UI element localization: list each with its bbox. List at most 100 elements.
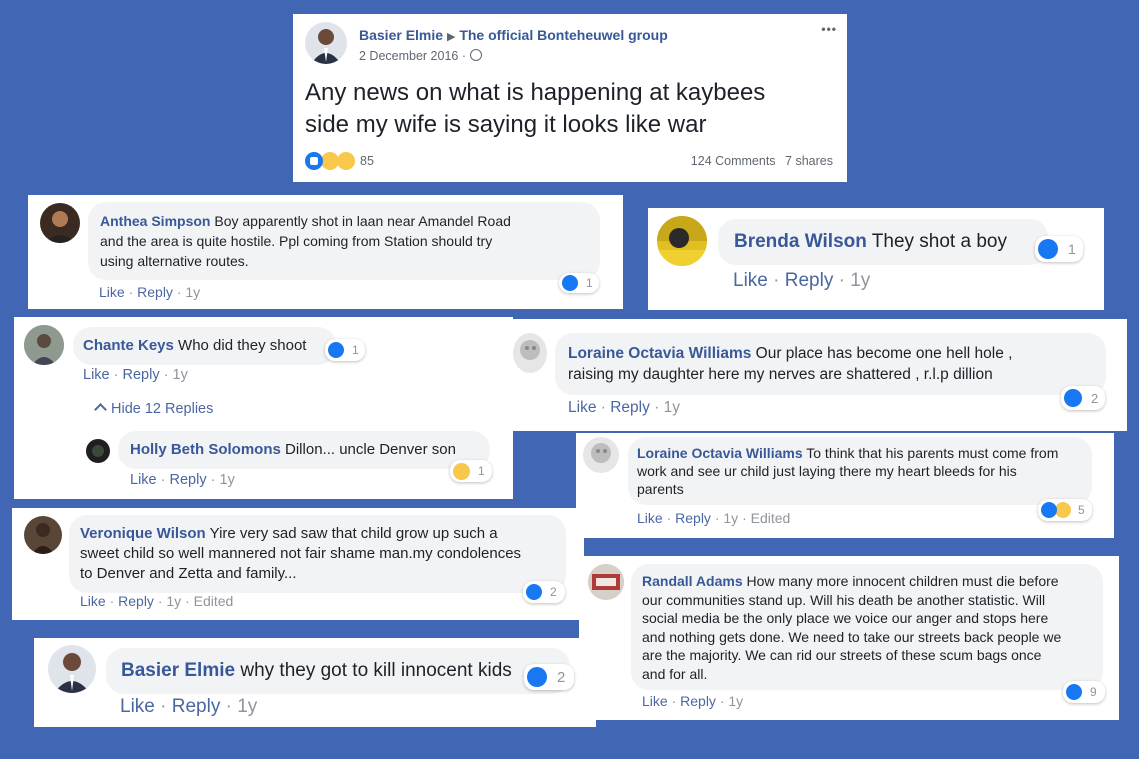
like-icon (1041, 502, 1057, 518)
reply-link[interactable]: Reply (123, 367, 160, 383)
comment-card: Loraine Octavia Williams To think that h… (576, 433, 1114, 538)
reaction-badge[interactable]: 5 (1038, 499, 1092, 521)
comment-text: They shot a boy (871, 231, 1007, 252)
avatar[interactable] (40, 203, 80, 243)
avatar[interactable] (513, 333, 547, 373)
like-link[interactable]: Like (130, 472, 157, 488)
like-link[interactable]: Like (83, 367, 110, 383)
post-author[interactable]: Basier Elmie (359, 27, 443, 43)
comment-age[interactable]: 1y (728, 693, 743, 709)
comment-card: Chante Keys Who did they shoot 1 Like · … (14, 317, 513, 499)
comment-age[interactable]: 1y (664, 399, 680, 416)
post-card: Basier Elmie ▶ The official Bonteheuwel … (293, 14, 847, 182)
reply-link[interactable]: Reply (118, 593, 154, 609)
comment-author[interactable]: Brenda Wilson (734, 231, 867, 252)
like-link[interactable]: Like (637, 510, 663, 526)
reply-link[interactable]: Reply (172, 696, 221, 717)
comment-actions: Like · Reply · 1y (120, 696, 257, 718)
shares-count[interactable]: 7 shares (785, 154, 833, 168)
reply-link[interactable]: Reply (170, 472, 207, 488)
comment-author[interactable]: Loraine Octavia Williams (568, 345, 751, 362)
reaction-badge[interactable]: 1 (559, 273, 599, 293)
comment-author[interactable]: Randall Adams (642, 573, 743, 589)
reply-link[interactable]: Reply (610, 399, 650, 416)
separator: · (210, 472, 216, 488)
reaction-badge[interactable]: 1 (450, 460, 492, 482)
comment-card: Anthea Simpson Boy apparently shot in la… (28, 195, 623, 309)
comment-bubble: Loraine Octavia Williams To think that h… (628, 437, 1092, 505)
separator: · (163, 367, 169, 383)
comment-author[interactable]: Anthea Simpson (100, 213, 210, 229)
like-link[interactable]: Like (120, 696, 155, 717)
post-group[interactable]: The official Bonteheuwel group (459, 27, 667, 43)
reaction-badge[interactable]: 2 (524, 664, 574, 690)
avatar[interactable] (583, 437, 619, 473)
comment-card: Loraine Octavia Williams Our place has b… (513, 319, 1127, 431)
comment-author[interactable]: Loraine Octavia Williams (637, 445, 803, 461)
comment-author[interactable]: Holly Beth Solomons (130, 441, 281, 458)
reaction-count: 1 (1068, 241, 1076, 257)
avatar[interactable] (305, 22, 347, 64)
like-icon (1066, 684, 1082, 700)
comment-age[interactable]: 1y (220, 472, 235, 488)
comment-text: Yire very sad saw that child grow up suc… (209, 525, 498, 542)
comment-age[interactable]: 1y (723, 510, 738, 526)
reply-link[interactable]: Reply (785, 270, 834, 291)
globe-icon (469, 49, 482, 61)
comment-actions: Like · Reply · 1y (733, 270, 870, 292)
like-link[interactable]: Like (99, 284, 125, 300)
avatar[interactable] (24, 516, 62, 554)
like-link[interactable]: Like (80, 593, 106, 609)
comment-text: to Denver and Zetta and family... (80, 565, 297, 582)
comment-author[interactable]: Chante Keys (83, 337, 174, 354)
reply-link[interactable]: Reply (680, 693, 716, 709)
comment-age[interactable]: 1y (173, 367, 188, 383)
comment-bubble: Randall Adams How many more innocent chi… (631, 564, 1103, 690)
comment-card: Randall Adams How many more innocent chi… (579, 556, 1119, 720)
edited-label[interactable]: Edited (194, 593, 234, 609)
comment-bubble: Loraine Octavia Williams Our place has b… (555, 333, 1106, 395)
comment-age[interactable]: 1y (850, 270, 870, 291)
separator: · (113, 367, 119, 383)
reaction-count: 1 (352, 343, 359, 357)
reaction-badge[interactable]: 2 (523, 581, 565, 603)
comments-count[interactable]: 124 Comments (691, 154, 776, 168)
comment-age[interactable]: 1y (185, 284, 200, 300)
comment-text: sweet child so well mannered not fair sh… (80, 545, 522, 562)
like-link[interactable]: Like (642, 693, 668, 709)
avatar[interactable] (657, 216, 707, 266)
reaction-badge[interactable]: 1 (1035, 236, 1083, 262)
post-text-line: Any news on what is happening at kaybees (305, 79, 766, 106)
comment-author[interactable]: Veronique Wilson (80, 525, 206, 542)
avatar[interactable] (86, 439, 110, 463)
separator: · (160, 472, 166, 488)
like-icon (1038, 239, 1058, 259)
like-link[interactable]: Like (568, 399, 596, 416)
comment-age[interactable]: 1y (166, 593, 181, 609)
avatar[interactable] (48, 645, 96, 693)
reaction-badge[interactable]: 1 (325, 339, 365, 361)
reaction-badge[interactable]: 2 (1061, 386, 1105, 410)
comment-author[interactable]: Basier Elmie (121, 660, 235, 681)
avatar[interactable] (24, 325, 64, 365)
separator: · (773, 270, 780, 291)
hide-replies-link[interactable]: Hide 12 Replies (94, 401, 213, 417)
comment-text: parents (637, 481, 684, 497)
post-text: Any news on what is happening at kaybees… (305, 77, 765, 141)
post-date[interactable]: 2 December 2016 (359, 49, 458, 63)
comment-text: Dillon... uncle Denver son (285, 441, 456, 458)
comment-age[interactable]: 1y (237, 696, 257, 717)
edited-label[interactable]: Edited (751, 510, 791, 526)
comment-text: why they got to kill innocent kids (240, 660, 512, 681)
reply-link[interactable]: Reply (137, 284, 173, 300)
reply-link[interactable]: Reply (675, 510, 711, 526)
avatar[interactable] (588, 564, 624, 600)
comment-bubble: Basier Elmie why they got to kill innoce… (106, 648, 570, 694)
reactions-summary[interactable]: 85 (305, 152, 374, 170)
chevron-up-icon (94, 403, 107, 416)
like-link[interactable]: Like (733, 270, 768, 291)
reaction-count: 2 (557, 668, 566, 686)
more-options-button[interactable]: ••• (821, 22, 837, 36)
post-stats: 124 Comments 7 shares (691, 154, 833, 168)
reaction-badge[interactable]: 9 (1063, 681, 1105, 703)
